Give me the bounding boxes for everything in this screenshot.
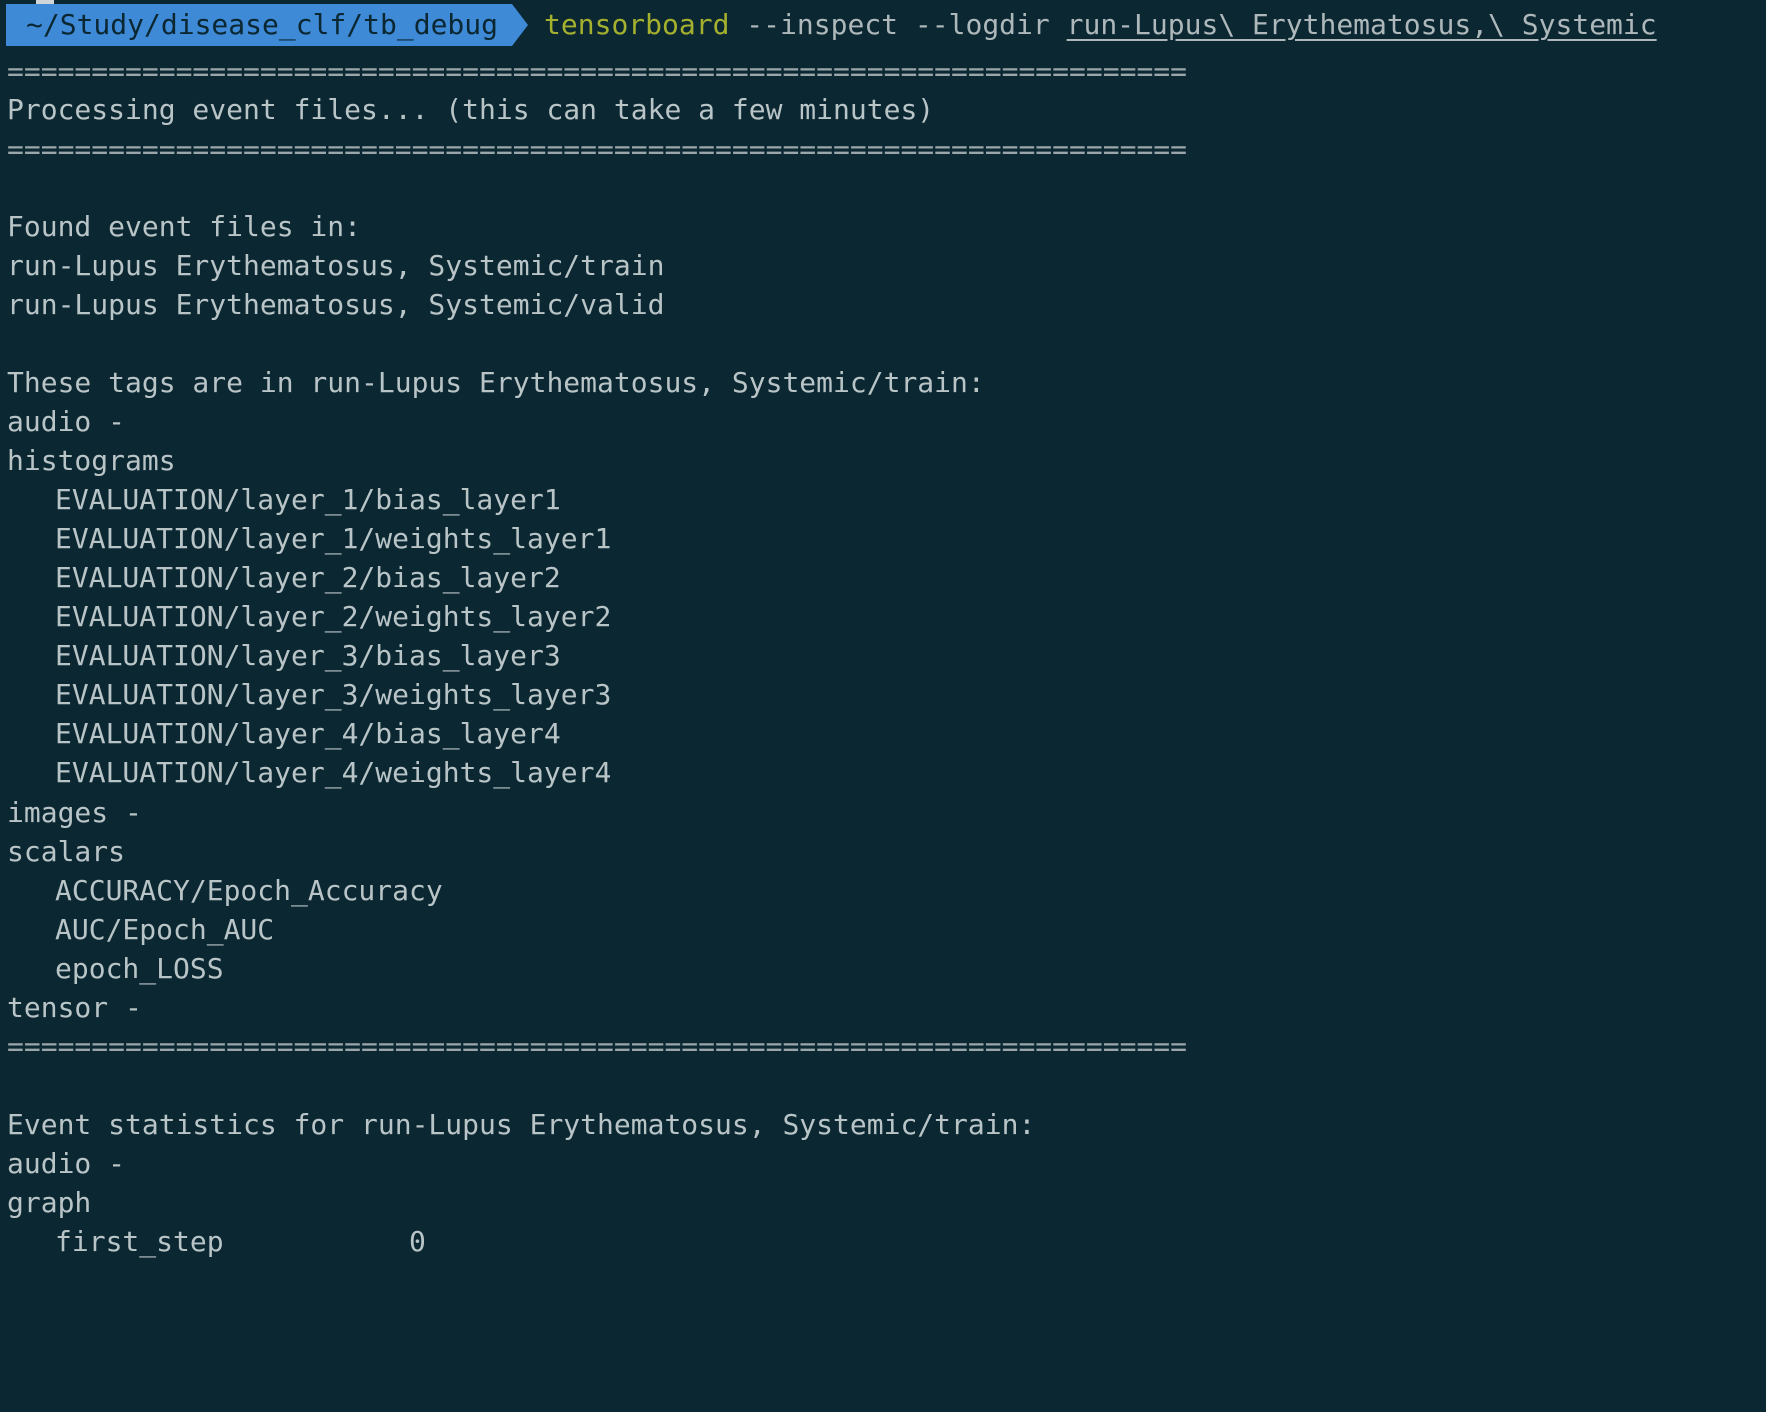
stats-audio: audio - xyxy=(7,1147,126,1180)
tag-audio: audio - xyxy=(7,405,126,438)
scalar-item: epoch_LOSS xyxy=(55,952,224,985)
command-path-arg[interactable]: run-Lupus\ Erythematosus,\ Systemic xyxy=(1067,8,1657,41)
stats-first-step: first_step 0 xyxy=(55,1225,426,1258)
scalar-item: ACCURACY/Epoch_Accuracy xyxy=(55,874,443,907)
histogram-item: EVALUATION/layer_3/bias_layer3 xyxy=(55,639,561,672)
command-line[interactable]: tensorboard --inspect --logdir run-Lupus… xyxy=(544,4,1657,46)
prompt-arrow-icon xyxy=(512,4,529,46)
separator-line: ========================================… xyxy=(7,133,1188,166)
histogram-item: EVALUATION/layer_4/weights_layer4 xyxy=(55,756,612,789)
terminal-window[interactable]: ~/Study/disease_clf/tb_debug tensorboard… xyxy=(0,0,1766,1412)
command-args: --inspect --logdir xyxy=(729,8,1067,41)
scalar-item: AUC/Epoch_AUC xyxy=(55,913,275,946)
command-name: tensorboard xyxy=(544,8,730,41)
histogram-item: EVALUATION/layer_1/bias_layer1 xyxy=(55,483,561,516)
tag-histograms: histograms xyxy=(7,444,176,477)
prompt-line: ~/Study/disease_clf/tb_debug tensorboard… xyxy=(0,0,1657,46)
histogram-item: EVALUATION/layer_1/weights_layer1 xyxy=(55,522,612,555)
stats-graph: graph xyxy=(7,1186,92,1219)
processing-message: Processing event files... (this can take… xyxy=(7,93,935,126)
tag-images: images - xyxy=(7,796,142,829)
tags-header: These tags are in run-Lupus Erythematosu… xyxy=(7,366,985,399)
run-path-train: run-Lupus Erythematosus, Systemic/train xyxy=(7,249,665,282)
found-header: Found event files in: xyxy=(7,210,362,243)
run-path-valid: run-Lupus Erythematosus, Systemic/valid xyxy=(7,288,665,321)
separator-line: ========================================… xyxy=(7,1030,1188,1063)
stats-header: Event statistics for run-Lupus Erythemat… xyxy=(7,1108,1036,1141)
histogram-item: EVALUATION/layer_2/weights_layer2 xyxy=(55,600,612,633)
histogram-item: EVALUATION/layer_3/weights_layer3 xyxy=(55,678,612,711)
histogram-item: EVALUATION/layer_2/bias_layer2 xyxy=(55,561,561,594)
tag-tensor: tensor - xyxy=(7,991,142,1024)
prompt-cwd: ~/Study/disease_clf/tb_debug xyxy=(6,4,513,46)
tag-scalars: scalars xyxy=(7,835,126,868)
histogram-item: EVALUATION/layer_4/bias_layer4 xyxy=(55,717,561,750)
